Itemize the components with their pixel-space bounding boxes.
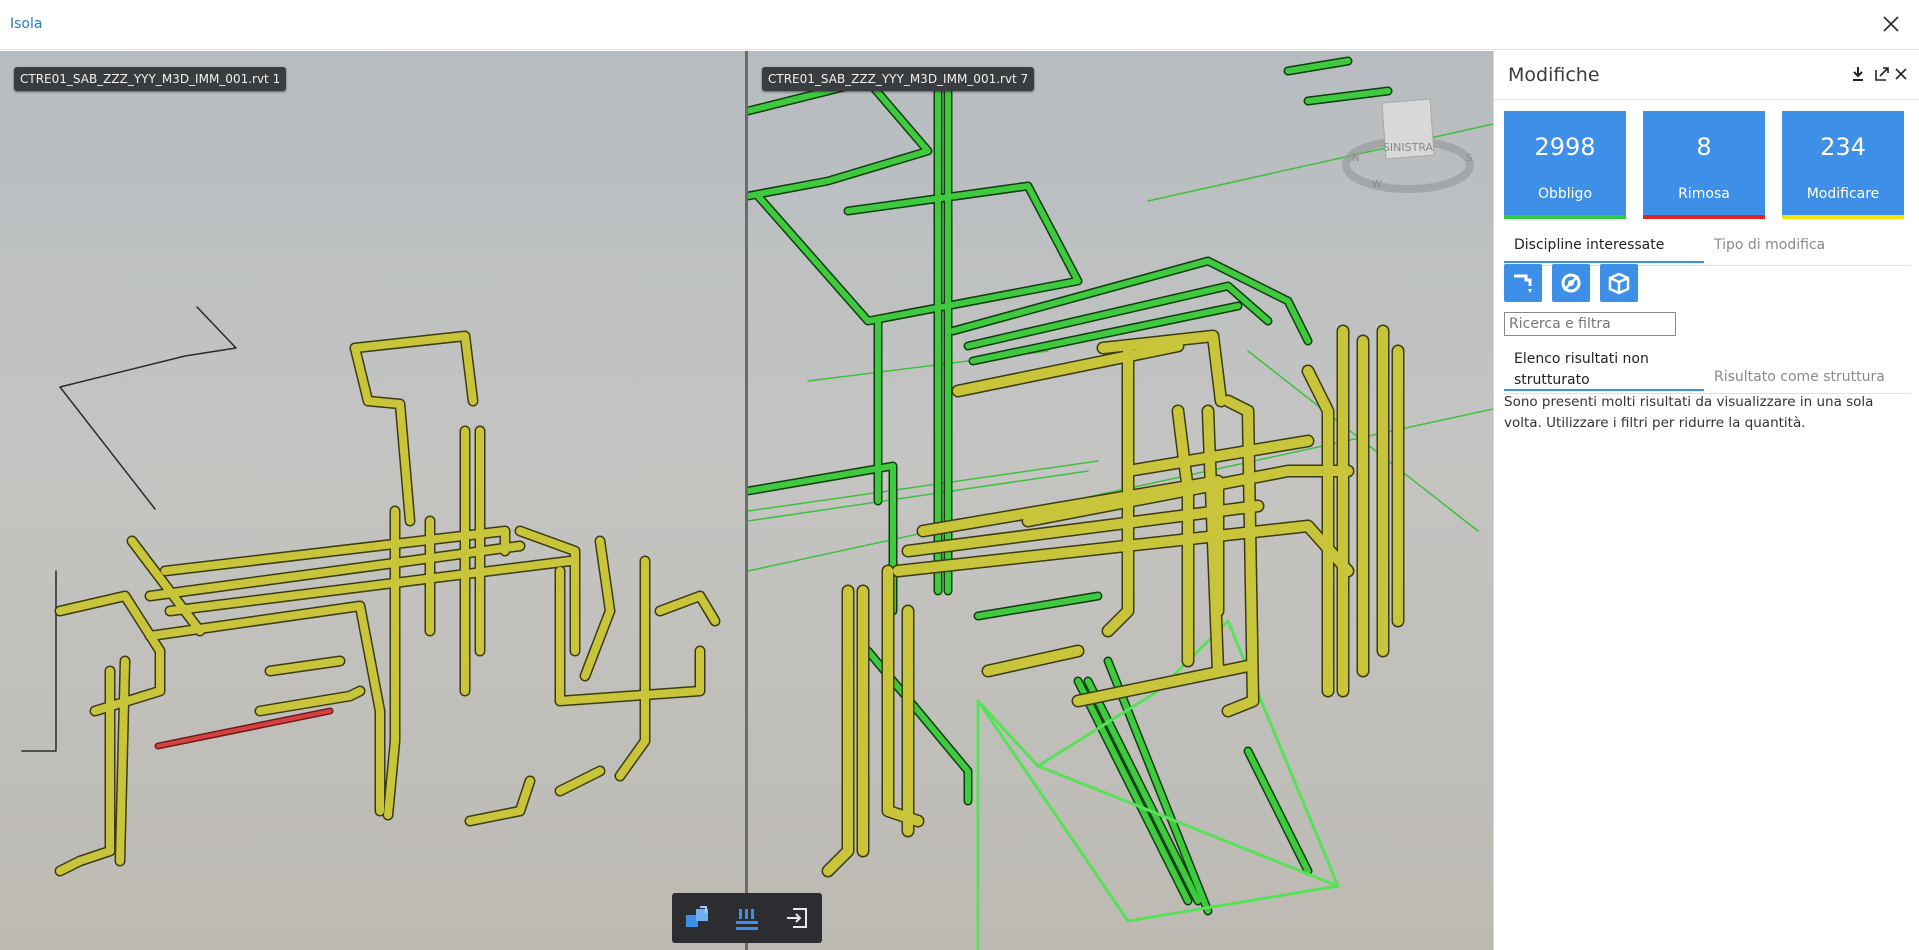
discipline-mechanical-button[interactable] <box>1552 264 1590 302</box>
discipline-plumbing-button[interactable] <box>1504 264 1542 302</box>
grouping-tabs: Discipline interessate Tipo di modifica <box>1504 231 1910 266</box>
viewport-left-label: CTRE01_SAB_ZZZ_YYY_M3D_IMM_001.rvt 1 <box>14 67 287 91</box>
plumbing-icon <box>1514 274 1532 293</box>
window-title: Isola <box>10 16 43 32</box>
compare-toolbar <box>672 893 822 943</box>
navcube-face-label: SINISTRA <box>1383 141 1434 154</box>
close-icon[interactable] <box>1879 12 1903 36</box>
compare-icon <box>686 906 708 927</box>
search-input[interactable] <box>1504 312 1676 336</box>
summary-label: Rimosa <box>1678 186 1730 202</box>
structure-icon <box>1608 272 1630 295</box>
tab-disciplines[interactable]: Discipline interessate <box>1504 231 1704 263</box>
compass-w: W <box>1372 179 1382 190</box>
panel-close-icon[interactable] <box>1892 65 1910 83</box>
status-bar-added <box>1504 215 1626 219</box>
status-bar-modified <box>1782 215 1904 219</box>
viewport-left[interactable]: CTRE01_SAB_ZZZ_YYY_M3D_IMM_001.rvt 1 <box>0 51 745 950</box>
summary-count: 2998 <box>1534 133 1596 161</box>
tab-change-type[interactable]: Tipo di modifica <box>1714 231 1894 263</box>
status-bar-removed <box>1643 215 1765 219</box>
list-icon <box>736 909 758 930</box>
summary-count: 8 <box>1696 133 1712 161</box>
navcube-icon[interactable]: SINISTRA N S W <box>1338 95 1478 205</box>
discipline-structure-button[interactable] <box>1600 264 1638 302</box>
title-bar: Isola <box>0 0 1919 50</box>
exit-compare-button[interactable] <box>780 901 814 935</box>
mechanical-icon <box>1561 273 1581 293</box>
model-view-left[interactable] <box>0 51 745 950</box>
results-message: Sono presenti molti risultati da visuali… <box>1504 394 1874 431</box>
download-icon[interactable] <box>1849 65 1867 83</box>
popout-icon[interactable] <box>1873 65 1891 83</box>
tab-unstructured-list[interactable]: Elenco risultati non strutturato <box>1504 347 1704 391</box>
panel-header: Modifiche <box>1494 51 1919 100</box>
summary-label: Obbligo <box>1537 186 1593 202</box>
summary-count: 234 <box>1820 133 1866 161</box>
summary-cards: 2998 Obbligo 8 Rimosa 234 Modificare <box>1504 111 1910 219</box>
changes-panel: Modifiche 2998 Obbligo 8 Rimosa 234 Modi… <box>1493 51 1919 950</box>
summary-card-removed[interactable]: 8 Rimosa <box>1643 111 1765 219</box>
panel-title: Modifiche <box>1508 64 1600 86</box>
compare-mode-button[interactable] <box>680 901 714 935</box>
summary-card-added[interactable]: 2998 Obbligo <box>1504 111 1626 219</box>
compass-s: S <box>1466 153 1472 164</box>
exit-icon <box>787 908 807 928</box>
viewport-right-label: CTRE01_SAB_ZZZ_YYY_M3D_IMM_001.rvt 7 <box>762 67 1035 91</box>
result-tabs: Elenco risultati non strutturato Risulta… <box>1504 347 1910 394</box>
list-view-button[interactable] <box>730 901 764 935</box>
compass-n: N <box>1352 153 1359 164</box>
summary-label: Modificare <box>1806 186 1880 202</box>
summary-card-modified[interactable]: 234 Modificare <box>1782 111 1904 219</box>
